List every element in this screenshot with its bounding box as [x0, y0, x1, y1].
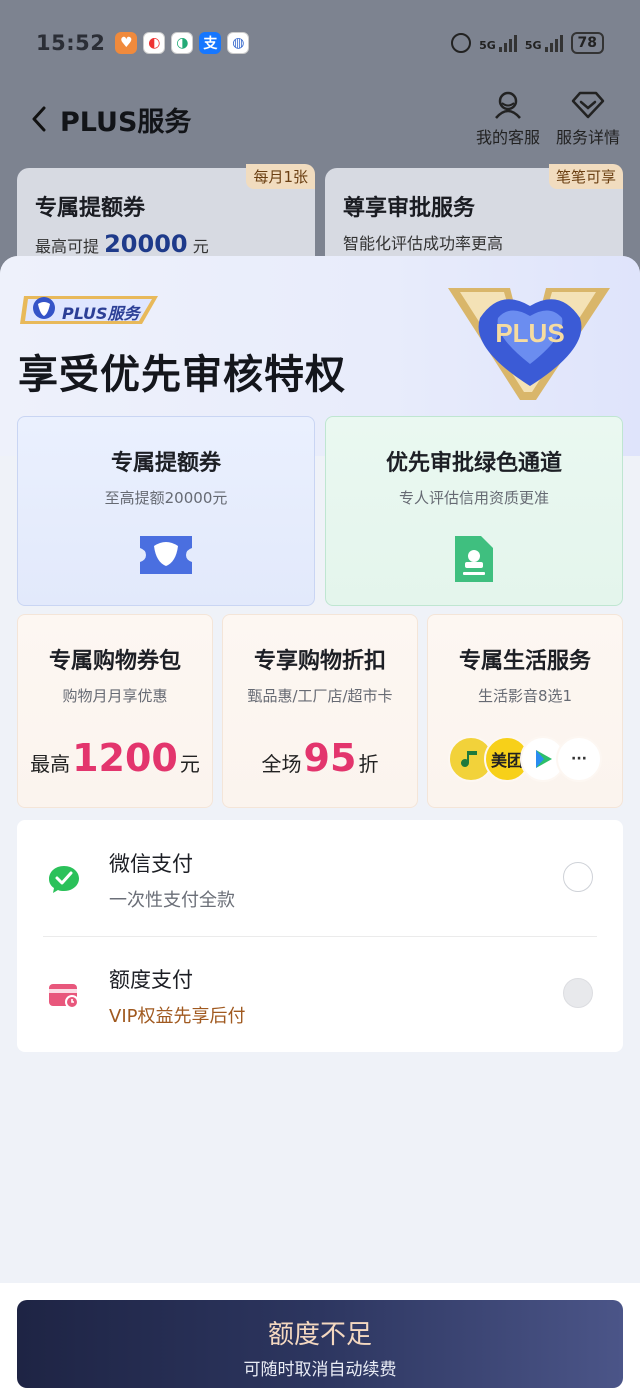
- card-title: 专属生活服务: [458, 649, 591, 674]
- status-time: 15:52: [36, 31, 106, 55]
- card-title: 专享购物折扣: [253, 649, 386, 674]
- card-title: 优先审批绿色通道: [385, 451, 562, 476]
- app-notification-icon: ◍: [227, 32, 250, 54]
- signal-icon: 5G: [479, 34, 517, 52]
- background-card-approval: 笔笔可享 尊享审批服务 智能化评估成功率更高: [325, 164, 623, 268]
- headset-icon: [495, 91, 521, 119]
- card-title: 专属购物券包: [48, 649, 181, 674]
- life-service-card[interactable]: 专属生活服务 生活影音8选1 美团 ···: [427, 614, 623, 808]
- service-details-button[interactable]: 服务详情: [556, 90, 620, 148]
- ticket-icon: [140, 536, 192, 574]
- discount-amount: 全场 95 折: [261, 736, 379, 780]
- notification-icons: ♥ ◐ ◑ 支 ◍: [115, 32, 250, 54]
- signal-icon: 5G: [525, 34, 563, 52]
- alarm-icon: [451, 33, 472, 53]
- card-subtitle: 生活影音8选1: [477, 687, 573, 705]
- monthly-tag: 每月1张: [246, 164, 315, 189]
- confirm-button-label: 额度不足: [267, 1320, 372, 1350]
- card-title: 专属提额券: [110, 451, 221, 476]
- credit-card-clock-icon: [49, 984, 79, 1009]
- card-title: 专属提额券: [35, 196, 146, 221]
- page-header: PLUS服务 我的客服 服务详情: [0, 86, 640, 152]
- coupon-amount: 最高 1200 元: [30, 736, 200, 780]
- payment-option-wechat[interactable]: 微信支付 一次性支付全款: [17, 820, 623, 936]
- customer-service-button[interactable]: 我的客服: [476, 90, 540, 148]
- wechat-pay-icon: [49, 866, 79, 893]
- status-bar: 15:52 ♥ ◐ ◑ 支 ◍ 5G 5G 78: [0, 0, 640, 86]
- payment-name: 微信支付: [109, 852, 193, 876]
- page-title: PLUS服务: [60, 106, 192, 138]
- back-button[interactable]: [22, 99, 56, 139]
- plus-service-sheet: PLUS服务 PLUS 享受优先审核特权 专属提额券 至高提额20000元 优先…: [0, 256, 640, 1400]
- payment-method-panel: 微信支付 一次性支付全款 额度支付 VIP权益先享后付: [17, 820, 623, 1052]
- battery-icon: 78: [570, 32, 604, 54]
- payment-name: 额度支付: [109, 968, 193, 992]
- shopping-coupon-card[interactable]: 专属购物券包 购物月月享优惠 最高 1200 元: [17, 614, 213, 808]
- diamond-icon: [571, 91, 605, 119]
- payment-desc: 一次性支付全款: [109, 890, 235, 911]
- alipay-icon: 支: [199, 32, 222, 54]
- payment-radio[interactable]: [563, 862, 593, 892]
- plus-badge-label: PLUS服务: [62, 304, 140, 323]
- sheet-title: 享受优先审核特权: [18, 352, 346, 398]
- card-title: 尊享审批服务: [343, 196, 476, 221]
- payment-desc: VIP权益先享后付: [109, 1006, 246, 1027]
- shopping-discount-card[interactable]: 专享购物折扣 甄品惠/工厂店/超市卡 全场 95 折: [222, 614, 418, 808]
- card-subtitle: 购物月月享优惠: [62, 687, 168, 705]
- app-notification-icon: ◑: [171, 32, 194, 54]
- card-subtitle: 甄品惠/工厂店/超市卡: [247, 687, 393, 705]
- card-subtitle: 智能化评估成功率更高: [343, 234, 504, 253]
- plus-gem-logo: PLUS: [448, 288, 610, 400]
- card-subtitle: 至高提额20000元: [104, 489, 228, 507]
- chevron-left-icon: [32, 106, 46, 132]
- service-app-list: 美团 ···: [428, 736, 622, 782]
- heart-app-icon: ♥: [115, 32, 138, 54]
- confirm-button-sublabel: 可随时取消自动续费: [243, 1360, 397, 1380]
- quota-coupon-card[interactable]: 专属提额券 至高提额20000元: [17, 416, 315, 606]
- payment-radio[interactable]: [563, 978, 593, 1008]
- background-card-quota: 每月1张 专属提额券 最高可提 20000 元: [17, 164, 315, 268]
- priority-approval-card[interactable]: 优先审批绿色通道 专人评估信用资质更准: [325, 416, 623, 606]
- more-apps-icon: ···: [556, 736, 602, 782]
- service-details-label: 服务详情: [555, 128, 620, 147]
- confirm-button[interactable]: 额度不足 可随时取消自动续费: [17, 1300, 623, 1388]
- svg-text:PLUS: PLUS: [495, 318, 564, 348]
- customer-service-label: 我的客服: [475, 128, 540, 147]
- payment-option-credit[interactable]: 额度支付 VIP权益先享后付: [17, 936, 623, 1052]
- card-subtitle: 专人评估信用资质更准: [398, 489, 549, 507]
- bottom-bar: 额度不足 可随时取消自动续费: [0, 1283, 640, 1400]
- every-order-tag: 笔笔可享: [548, 164, 623, 189]
- app-notification-icon: ◐: [143, 32, 166, 54]
- document-stamp-icon: [455, 536, 493, 582]
